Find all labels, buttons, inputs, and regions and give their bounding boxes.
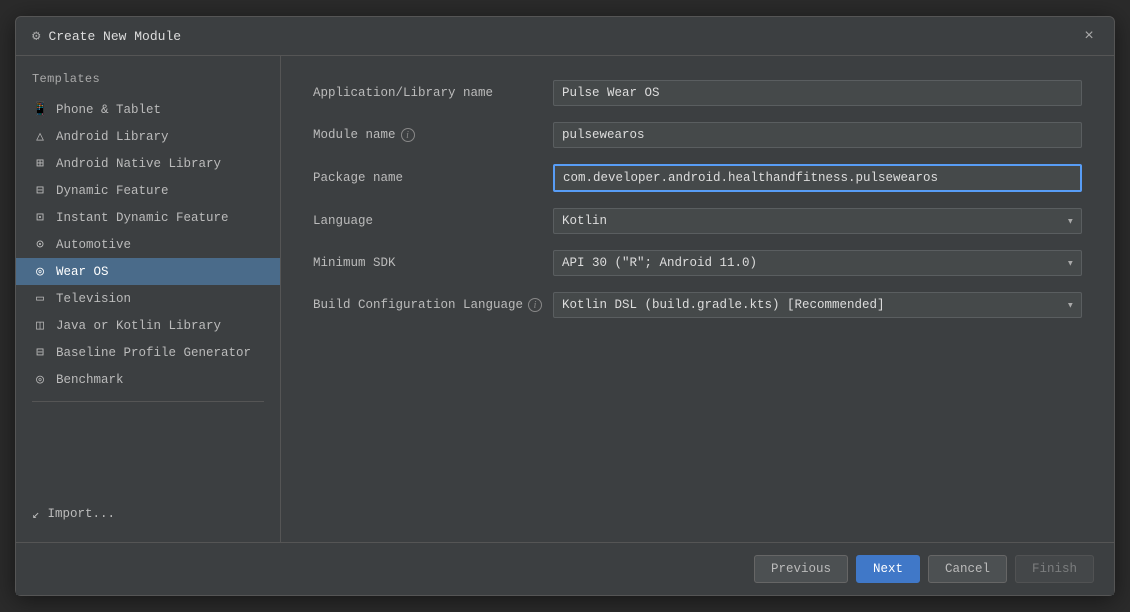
label-app-name: Application/Library name bbox=[313, 86, 553, 100]
sidebar-item-benchmark[interactable]: ◎ Benchmark bbox=[16, 366, 280, 393]
sidebar-item-label: Android Library bbox=[56, 130, 169, 144]
input-module-name[interactable] bbox=[553, 122, 1082, 148]
form-row-language: Language Kotlin Java bbox=[313, 208, 1082, 234]
sidebar-item-dynamic-feature[interactable]: ⊟ Dynamic Feature bbox=[16, 177, 280, 204]
sidebar-item-label: Java or Kotlin Library bbox=[56, 319, 221, 333]
label-module-name: Module name i bbox=[313, 128, 553, 142]
select-language[interactable]: Kotlin Java bbox=[553, 208, 1082, 234]
input-app-library-name[interactable] bbox=[553, 80, 1082, 106]
title-bar: ⚙ Create New Module × bbox=[16, 17, 1114, 56]
select-min-sdk-wrapper: API 30 ("R"; Android 11.0) API 28 (Andro… bbox=[553, 250, 1082, 276]
sidebar-item-automotive[interactable]: ⊙ Automotive bbox=[16, 231, 280, 258]
module-name-help-icon[interactable]: i bbox=[401, 128, 415, 142]
sidebar-item-android-library[interactable]: △ Android Library bbox=[16, 123, 280, 150]
sidebar-item-java-kotlin-library[interactable]: ◫ Java or Kotlin Library bbox=[16, 312, 280, 339]
sidebar-item-android-native-library[interactable]: ⊞ Android Native Library bbox=[16, 150, 280, 177]
form-row-package-name: Package name bbox=[313, 164, 1082, 192]
sidebar-item-television[interactable]: ▭ Television bbox=[16, 285, 280, 312]
form-row-module-name: Module name i bbox=[313, 122, 1082, 148]
sidebar-item-label: Baseline Profile Generator bbox=[56, 346, 251, 360]
sidebar-item-phone-tablet[interactable]: 📱 Phone & Tablet bbox=[16, 96, 280, 123]
instant-dynamic-icon: ⊡ bbox=[32, 210, 48, 225]
sidebar-item-label: Dynamic Feature bbox=[56, 184, 169, 198]
sidebar-section-label: Templates bbox=[16, 68, 280, 96]
select-build-config-wrapper: Kotlin DSL (build.gradle.kts) [Recommend… bbox=[553, 292, 1082, 318]
label-build-config: Build Configuration Language i bbox=[313, 298, 553, 312]
sidebar-import-button[interactable]: ↙ Import... bbox=[16, 498, 280, 530]
form-row-build-config: Build Configuration Language i Kotlin DS… bbox=[313, 292, 1082, 318]
create-new-module-dialog: ⚙ Create New Module × Templates 📱 Phone … bbox=[15, 16, 1115, 596]
sidebar-item-label: Phone & Tablet bbox=[56, 103, 161, 117]
footer: Previous Next Cancel Finish bbox=[16, 542, 1114, 595]
next-button[interactable]: Next bbox=[856, 555, 920, 583]
wear-os-icon: ◎ bbox=[32, 264, 48, 279]
input-package-name[interactable] bbox=[553, 164, 1082, 192]
select-min-sdk[interactable]: API 30 ("R"; Android 11.0) API 28 (Andro… bbox=[553, 250, 1082, 276]
automotive-icon: ⊙ bbox=[32, 237, 48, 252]
sidebar-item-label: Instant Dynamic Feature bbox=[56, 211, 229, 225]
sidebar-divider bbox=[32, 401, 264, 402]
sidebar-item-label: Automotive bbox=[56, 238, 131, 252]
benchmark-icon: ◎ bbox=[32, 372, 48, 387]
finish-button[interactable]: Finish bbox=[1015, 555, 1094, 583]
select-build-config[interactable]: Kotlin DSL (build.gradle.kts) [Recommend… bbox=[553, 292, 1082, 318]
label-language: Language bbox=[313, 214, 553, 228]
cancel-button[interactable]: Cancel bbox=[928, 555, 1007, 583]
television-icon: ▭ bbox=[32, 291, 48, 306]
build-config-help-icon[interactable]: i bbox=[528, 298, 542, 312]
java-kotlin-icon: ◫ bbox=[32, 318, 48, 333]
baseline-profile-icon: ⊟ bbox=[32, 345, 48, 360]
select-language-wrapper: Kotlin Java bbox=[553, 208, 1082, 234]
sidebar-item-label: Android Native Library bbox=[56, 157, 221, 171]
previous-button[interactable]: Previous bbox=[754, 555, 848, 583]
sidebar-item-wear-os[interactable]: ◎ Wear OS bbox=[16, 258, 280, 285]
title-bar-left: ⚙ Create New Module bbox=[32, 28, 181, 45]
sidebar-item-label: Television bbox=[56, 292, 131, 306]
sidebar-item-baseline-profile[interactable]: ⊟ Baseline Profile Generator bbox=[16, 339, 280, 366]
sidebar-item-label: Wear OS bbox=[56, 265, 109, 279]
sidebar: Templates 📱 Phone & Tablet △ Android Lib… bbox=[16, 56, 281, 542]
label-min-sdk: Minimum SDK bbox=[313, 256, 553, 270]
module-icon: ⚙ bbox=[32, 28, 40, 45]
android-library-icon: △ bbox=[32, 129, 48, 144]
native-library-icon: ⊞ bbox=[32, 156, 48, 171]
form-row-min-sdk: Minimum SDK API 30 ("R"; Android 11.0) A… bbox=[313, 250, 1082, 276]
content-area: Templates 📱 Phone & Tablet △ Android Lib… bbox=[16, 56, 1114, 542]
label-package-name: Package name bbox=[313, 171, 553, 185]
dialog-title: Create New Module bbox=[48, 29, 181, 44]
main-panel: Application/Library name Module name i P… bbox=[281, 56, 1114, 542]
sidebar-item-label: Benchmark bbox=[56, 373, 124, 387]
form-row-app-name: Application/Library name bbox=[313, 80, 1082, 106]
dynamic-feature-icon: ⊟ bbox=[32, 183, 48, 198]
import-icon: ↙ bbox=[32, 506, 40, 522]
phone-tablet-icon: 📱 bbox=[32, 102, 48, 117]
import-label: Import... bbox=[48, 507, 116, 521]
close-button[interactable]: × bbox=[1080, 27, 1098, 45]
sidebar-item-instant-dynamic-feature[interactable]: ⊡ Instant Dynamic Feature bbox=[16, 204, 280, 231]
